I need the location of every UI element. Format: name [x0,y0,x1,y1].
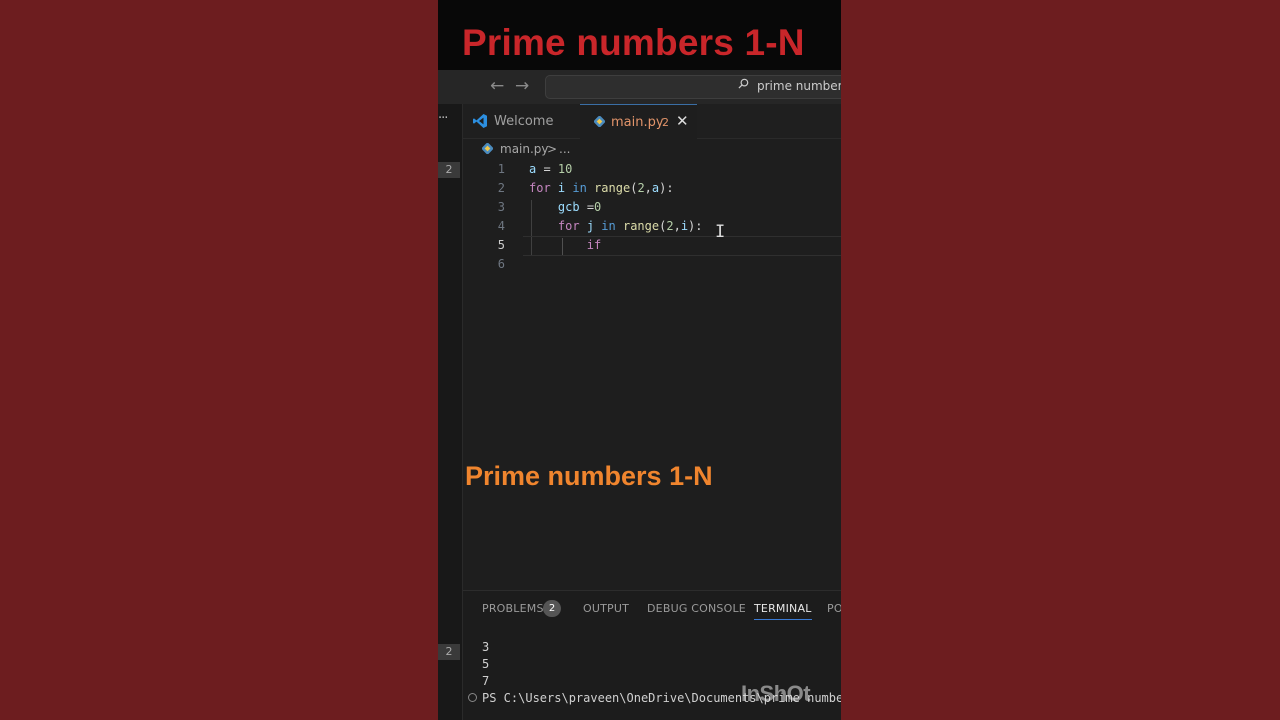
arrow-right-icon[interactable]: → [515,76,529,96]
problems-count-badge: 2 [543,600,561,617]
activity-badge-bottom[interactable]: 2 [438,644,460,660]
code-line-active[interactable]: 5 if [463,236,841,255]
terminal-output-line: 3 [482,640,490,654]
terminal-panel[interactable]: 3 5 7 PS C:\Users\praveen\OneDrive\Docum… [463,626,841,720]
vscode-icon [473,114,487,128]
arrow-left-icon[interactable]: ← [490,76,504,96]
code-line[interactable]: 6 [463,255,841,274]
activity-badge-top[interactable]: 2 [438,162,460,178]
breadcrumb: main.py > ... [463,138,841,160]
video-caption: Prime numbers 1-N [465,461,713,491]
prompt-status-icon [468,693,477,702]
python-file-icon [594,116,605,127]
tab-welcome[interactable]: Welcome [463,104,579,138]
panel-tabs: PROBLEMS 2 OUTPUT DEBUG CONSOLE TERMINAL… [463,590,841,627]
title-banner: Prime numbers 1-N [438,0,841,70]
activity-bar: ··· 2 2 [438,104,463,720]
search-icon [738,78,749,89]
code-text: for i in range(2,a): [529,181,674,195]
editor-tabs: Welcome main.py 2 ✕ [463,104,841,139]
video-frame: Prime numbers 1-N ← → prime number ··· 2… [438,0,841,720]
command-center-search[interactable]: prime number [545,75,841,99]
watermark-logo: InShOt [741,681,811,706]
video-title: Prime numbers 1-N [462,22,805,63]
tab-ports[interactable]: PO [827,602,841,615]
line-number: 1 [497,162,505,176]
background-right [841,0,1280,720]
command-bar: ← → prime number [438,70,841,105]
code-text: if [586,238,602,252]
more-icon[interactable]: ··· [438,111,448,126]
search-text: prime number [757,79,841,93]
line-number: 5 [497,238,505,252]
close-icon[interactable]: ✕ [676,112,689,130]
tab-debug-console[interactable]: DEBUG CONSOLE [647,602,746,615]
tab-main-label: main.py [611,115,664,130]
breadcrumb-symbols[interactable]: ... [559,142,570,156]
line-number: 4 [497,219,505,233]
terminal-output-line: 7 [482,674,490,688]
tab-problem-count: 2 [662,116,669,129]
breadcrumb-separator: > [547,142,558,156]
line-number: 3 [497,200,505,214]
tab-main-py[interactable]: main.py 2 ✕ [580,104,697,139]
code-line[interactable]: 4 for j in range(2,i): [463,217,841,236]
terminal-output-line: 5 [482,657,490,671]
breadcrumb-file[interactable]: main.py [500,142,549,156]
tab-output[interactable]: OUTPUT [583,602,629,615]
code-line[interactable]: 1 a = 10 [463,160,841,179]
tab-welcome-label: Welcome [494,114,554,129]
code-line[interactable]: 2 for i in range(2,a): [463,179,841,198]
line-number: 2 [497,181,505,195]
code-editor[interactable]: 1 a = 10 2 for i in range(2,a): 3 gcb =0… [463,160,841,590]
line-number: 6 [497,257,505,271]
code-text: gcb =0 [557,200,602,214]
background-left [0,0,438,720]
tab-problems[interactable]: PROBLEMS [482,602,544,615]
i-beam-cursor-icon: I [715,222,726,242]
python-file-icon [482,143,493,154]
tab-terminal[interactable]: TERMINAL [754,602,812,620]
code-text: for j in range(2,i): [557,219,703,233]
code-text: a = 10 [529,162,573,176]
code-line[interactable]: 3 gcb =0 [463,198,841,217]
